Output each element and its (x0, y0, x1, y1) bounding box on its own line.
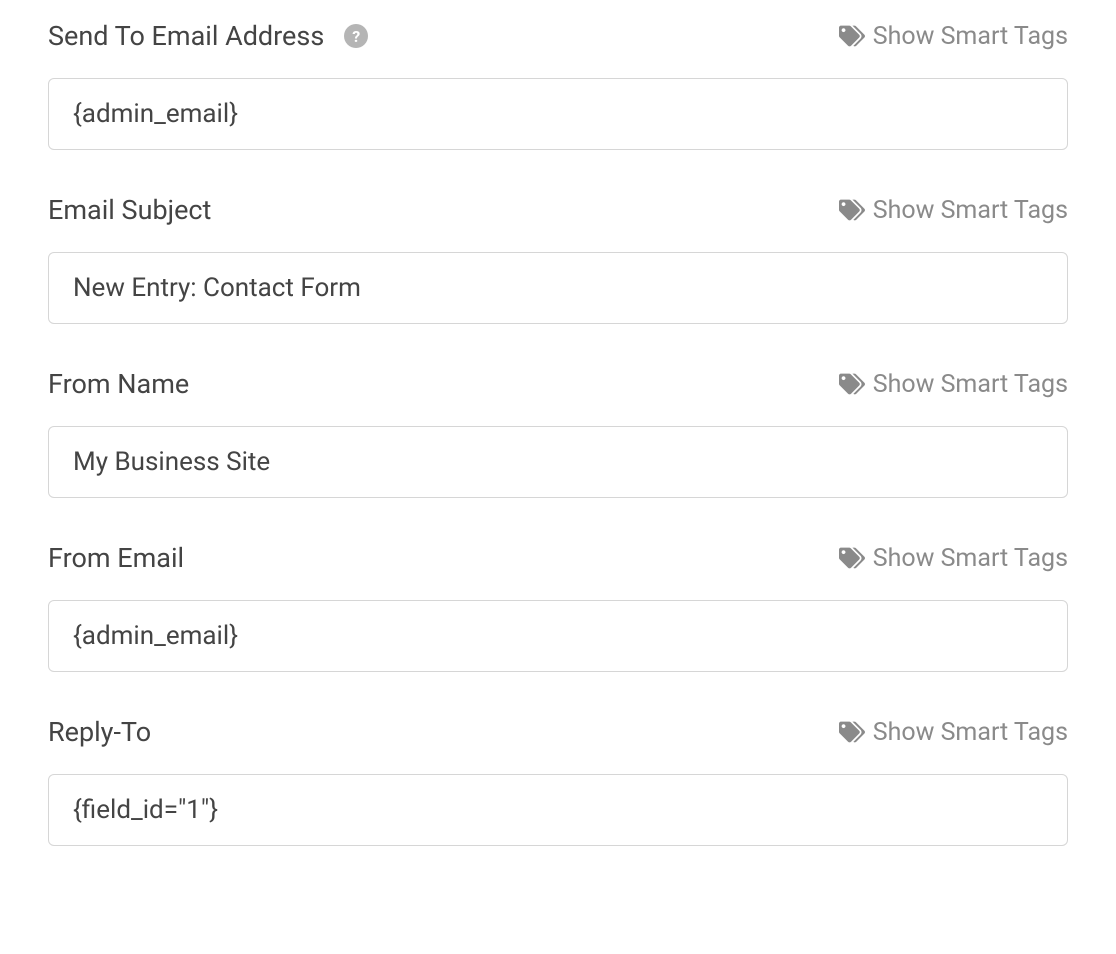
from-email-label: From Email (48, 542, 184, 574)
tags-icon (839, 23, 865, 49)
from-email-input[interactable] (48, 600, 1068, 672)
show-smart-tags-link[interactable]: Show Smart Tags (839, 370, 1068, 399)
tags-icon (839, 545, 865, 571)
smart-tags-label: Show Smart Tags (873, 370, 1068, 399)
field-group-from-name: From Name Show Smart Tags (48, 368, 1068, 498)
smart-tags-label: Show Smart Tags (873, 196, 1068, 225)
field-header: Send To Email Address ? Show Smart Tags (48, 20, 1068, 52)
field-group-subject: Email Subject Show Smart Tags (48, 194, 1068, 324)
field-group-send-to: Send To Email Address ? Show Smart Tags (48, 20, 1068, 150)
show-smart-tags-link[interactable]: Show Smart Tags (839, 544, 1068, 573)
from-name-input[interactable] (48, 426, 1068, 498)
show-smart-tags-link[interactable]: Show Smart Tags (839, 22, 1068, 51)
field-label-wrap: Send To Email Address ? (48, 20, 368, 52)
subject-label: Email Subject (48, 194, 211, 226)
field-group-reply-to: Reply-To Show Smart Tags (48, 716, 1068, 846)
tags-icon (839, 371, 865, 397)
field-label-wrap: From Name (48, 368, 189, 400)
tags-icon (839, 719, 865, 745)
show-smart-tags-link[interactable]: Show Smart Tags (839, 196, 1068, 225)
field-header: From Name Show Smart Tags (48, 368, 1068, 400)
field-label-wrap: Email Subject (48, 194, 211, 226)
send-to-input[interactable] (48, 78, 1068, 150)
show-smart-tags-link[interactable]: Show Smart Tags (839, 718, 1068, 747)
tags-icon (839, 197, 865, 223)
help-icon[interactable]: ? (344, 24, 368, 48)
smart-tags-label: Show Smart Tags (873, 22, 1068, 51)
reply-to-label: Reply-To (48, 716, 151, 748)
field-header: Email Subject Show Smart Tags (48, 194, 1068, 226)
field-header: Reply-To Show Smart Tags (48, 716, 1068, 748)
send-to-label: Send To Email Address (48, 20, 324, 52)
field-group-from-email: From Email Show Smart Tags (48, 542, 1068, 672)
smart-tags-label: Show Smart Tags (873, 544, 1068, 573)
field-label-wrap: Reply-To (48, 716, 151, 748)
subject-input[interactable] (48, 252, 1068, 324)
field-label-wrap: From Email (48, 542, 184, 574)
from-name-label: From Name (48, 368, 189, 400)
reply-to-input[interactable] (48, 774, 1068, 846)
smart-tags-label: Show Smart Tags (873, 718, 1068, 747)
field-header: From Email Show Smart Tags (48, 542, 1068, 574)
